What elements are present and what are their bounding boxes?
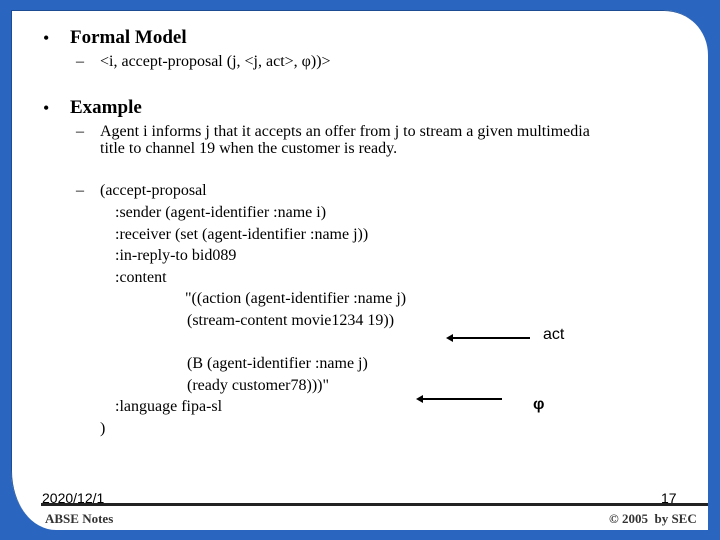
annotation-act: act	[543, 326, 565, 343]
code-line: )	[100, 420, 106, 437]
footer-date: 2020/12/1	[42, 490, 105, 506]
code-line: (ready customer78)))"	[187, 377, 330, 394]
code-line: :content	[115, 269, 167, 286]
heading-formal-model: Formal Model	[70, 27, 187, 48]
code-line: :language fipa-sl	[115, 398, 223, 415]
example-description-line-1: Agent i informs j that it accepts an off…	[100, 123, 590, 140]
footer-page-number: 17	[661, 490, 677, 506]
dash-marker: –	[76, 182, 84, 199]
slide: • Formal Model – <i, accept-proposal (j,…	[11, 10, 708, 530]
code-line: (stream-content movie1234 19))	[187, 312, 395, 329]
heading-example: Example	[70, 97, 142, 118]
code-line: :sender (agent-identifier :name i)	[115, 204, 327, 221]
code-line: "((action (agent-identifier :name j)	[185, 290, 407, 307]
formal-model-expression: <i, accept-proposal (j, <j, act>, φ))>	[100, 53, 331, 70]
left-arrow-icon	[446, 334, 530, 342]
code-line: (accept-proposal	[100, 182, 207, 199]
footer-label: ABSE Notes	[45, 511, 114, 526]
code-line: :receiver (set (agent-identifier :name j…	[115, 226, 369, 243]
bullet-marker: •	[43, 28, 50, 48]
footer-divider	[41, 503, 708, 506]
code-line: (B (agent-identifier :name j)	[187, 355, 368, 372]
dash-marker: –	[76, 53, 84, 70]
footer-copyright: © 2005 by SEC	[609, 511, 697, 526]
annotation-phi: φ	[533, 396, 545, 413]
example-description-line-2: title to channel 19 when the customer is…	[100, 140, 398, 157]
bullet-marker: •	[43, 98, 50, 118]
dash-marker: –	[76, 123, 84, 140]
code-line: :in-reply-to bid089	[115, 247, 237, 264]
left-arrow-icon	[416, 395, 502, 403]
